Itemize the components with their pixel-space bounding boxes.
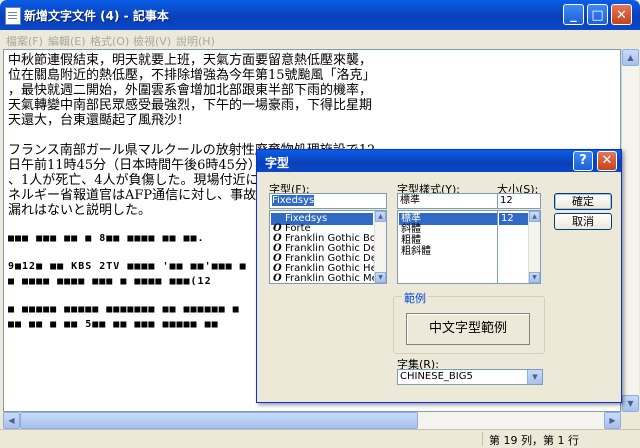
- scroll-up-icon[interactable]: ▲: [622, 49, 639, 66]
- editor-line: 天還大，台東還颳起了風飛沙！: [8, 113, 191, 128]
- size-list[interactable]: 12 ▲ ▼: [497, 210, 541, 284]
- editor-line: ■ ■■■■■ ■■■■■ ■■■■■■■ ■■ ■■■■■■ ■: [8, 304, 240, 315]
- title-bar[interactable]: 新增文字文件 (4) - 記事本 _ □ ✕: [0, 0, 640, 30]
- vertical-scrollbar[interactable]: ▲ ▼: [621, 49, 639, 412]
- horizontal-scrollbar[interactable]: ◀ ▶: [3, 412, 621, 429]
- ok-button[interactable]: 確定: [554, 193, 612, 210]
- menu-file[interactable]: 檔案(F): [6, 33, 43, 49]
- editor-line: 位在關島附近的熱低壓，不排除增強為今年第15號颱風「洛克」: [8, 68, 376, 83]
- size-option[interactable]: 12: [499, 213, 530, 225]
- minimize-button[interactable]: _: [563, 4, 584, 25]
- sample-group-label: 範例: [402, 290, 428, 306]
- window-title: 新增文字文件 (4) - 記事本: [24, 9, 169, 23]
- menu-edit[interactable]: 編輯(E): [48, 33, 86, 49]
- menu-format[interactable]: 格式(O): [90, 33, 129, 49]
- scroll-down-icon[interactable]: ▼: [529, 272, 540, 283]
- editor-line: 、1人が死亡、4人が負傷した。現場付近に: [8, 173, 259, 188]
- scroll-thumb[interactable]: [20, 412, 418, 429]
- editor-line: ，最快就週二開始，外圍雲系會增加北部跟東半部下雨的機率，: [8, 83, 373, 98]
- dialog-title-bar[interactable]: 字型 ? ✕: [257, 150, 621, 172]
- style-option[interactable]: 粗斜體: [399, 246, 497, 258]
- editor-line: ■■ ■■ ■ ■■ 5■■ ■■ ■■■ ■■■■■ ■■: [8, 319, 219, 330]
- font-list-scrollbar[interactable]: ▲ ▼: [374, 211, 386, 283]
- menu-bar: 檔案(F) 編輯(E) 格式(O) 檢視(V) 說明(H): [0, 30, 640, 49]
- scroll-up-icon[interactable]: ▲: [375, 211, 386, 222]
- font-dialog: 字型 ? ✕ 字型(F): Fixedsys Fixedsys O Forte O…: [256, 149, 622, 403]
- sample-preview: 中文字型範例: [406, 313, 530, 345]
- style-input[interactable]: 標準: [397, 193, 499, 209]
- editor-line: 中秋節連假結束，明天就要上班，天氣方面要留意熱低壓來襲，: [8, 53, 373, 68]
- editor-line: ■ ■■■■ ■■■■ ■■■ ■ ■■■■ ■■■(12: [8, 276, 212, 287]
- script-select[interactable]: CHINESE_BIG5 ▼: [397, 369, 543, 385]
- scroll-up-icon[interactable]: ▲: [529, 211, 540, 222]
- size-list-scrollbar[interactable]: ▲ ▼: [528, 211, 540, 283]
- sample-group: 範例 中文字型範例: [393, 290, 545, 354]
- font-list[interactable]: Fixedsys O Forte O Franklin Gothic Book OF…: [269, 210, 387, 284]
- scroll-down-icon[interactable]: ▼: [375, 272, 386, 283]
- close-button[interactable]: ✕: [611, 4, 632, 25]
- help-icon[interactable]: ?: [573, 151, 593, 171]
- cancel-button[interactable]: 取消: [554, 213, 612, 230]
- scroll-down-icon[interactable]: ▼: [622, 395, 639, 412]
- font-option[interactable]: O Franklin Gothic Mediu: [271, 273, 386, 283]
- editor-line: 天氣轉變中南部民眾感受最強烈，下午的一場豪雨，下得比星期: [8, 98, 373, 113]
- style-list[interactable]: 標準 斜體 粗體 粗斜體: [397, 210, 499, 284]
- status-bar: 第 19 列，第 1 行: [0, 429, 640, 448]
- menu-view[interactable]: 檢視(V): [133, 33, 171, 49]
- scroll-left-icon[interactable]: ◀: [3, 412, 20, 429]
- editor-line: 9■12■ ■■ KBS 2TV ■■■■ '■■ ■■'■■■ ■: [8, 261, 247, 272]
- dialog-title: 字型: [265, 156, 290, 170]
- notepad-window: 新增文字文件 (4) - 記事本 _ □ ✕ 檔案(F) 編輯(E) 格式(O)…: [0, 0, 640, 448]
- maximize-button[interactable]: □: [587, 4, 608, 25]
- notepad-icon: [5, 7, 21, 25]
- cursor-position: 第 19 列，第 1 行: [482, 432, 638, 447]
- dialog-close-button[interactable]: ✕: [597, 151, 617, 171]
- editor-line: 漏れはないと説明した。: [8, 203, 152, 218]
- chevron-down-icon[interactable]: ▼: [527, 370, 542, 384]
- font-input[interactable]: Fixedsys: [269, 193, 387, 209]
- scroll-right-icon[interactable]: ▶: [604, 412, 621, 429]
- menu-help[interactable]: 說明(H): [176, 33, 215, 49]
- editor-line: ■■■ ■■■ ■■ ■ 8■■ ■■■■ ■■ ■■.: [8, 233, 205, 244]
- size-input[interactable]: 12: [497, 193, 541, 209]
- editor-line: ネルギー省報道官はAFP通信に対し、事故に: [8, 188, 270, 203]
